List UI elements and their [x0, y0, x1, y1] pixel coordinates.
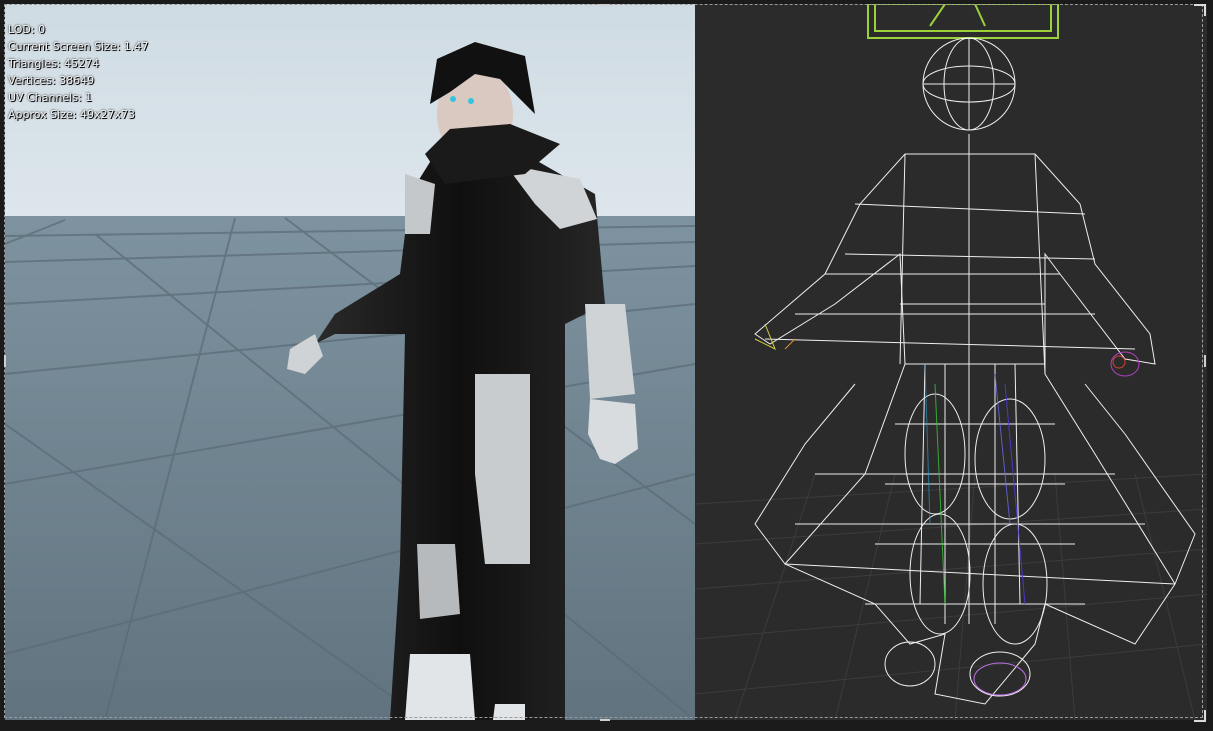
uv-channels-stat: UV Channels: 1 [8, 91, 93, 104]
screen-size-stat: Current Screen Size: 1.47 [8, 40, 149, 53]
bottom-split-handle[interactable] [600, 719, 610, 721]
wireframe-render [695, 4, 1207, 720]
bottom-bar [0, 721, 1213, 731]
viewport-corner-handle-bottom-right[interactable] [1194, 710, 1206, 722]
mesh-stats-overlay: LOD: 0 Current Screen Size: 1.47 Triangl… [8, 21, 148, 123]
shaded-viewport[interactable]: LOD: 0 Current Screen Size: 1.47 Triangl… [5, 4, 695, 720]
approx-size-stat: Approx Size: 49x27x73 [8, 108, 135, 121]
vertices-stat: Vertices: 38649 [8, 74, 95, 87]
triangles-stat: Triangles: 45274 [8, 57, 100, 70]
top-split-handle[interactable] [600, 4, 610, 6]
right-split-handle[interactable] [1204, 355, 1206, 367]
left-split-handle[interactable] [4, 355, 6, 367]
wireframe-viewport[interactable] [695, 4, 1207, 720]
viewport-corner-handle-top-right[interactable] [1194, 4, 1206, 16]
lod-stat: LOD: 0 [8, 23, 46, 36]
